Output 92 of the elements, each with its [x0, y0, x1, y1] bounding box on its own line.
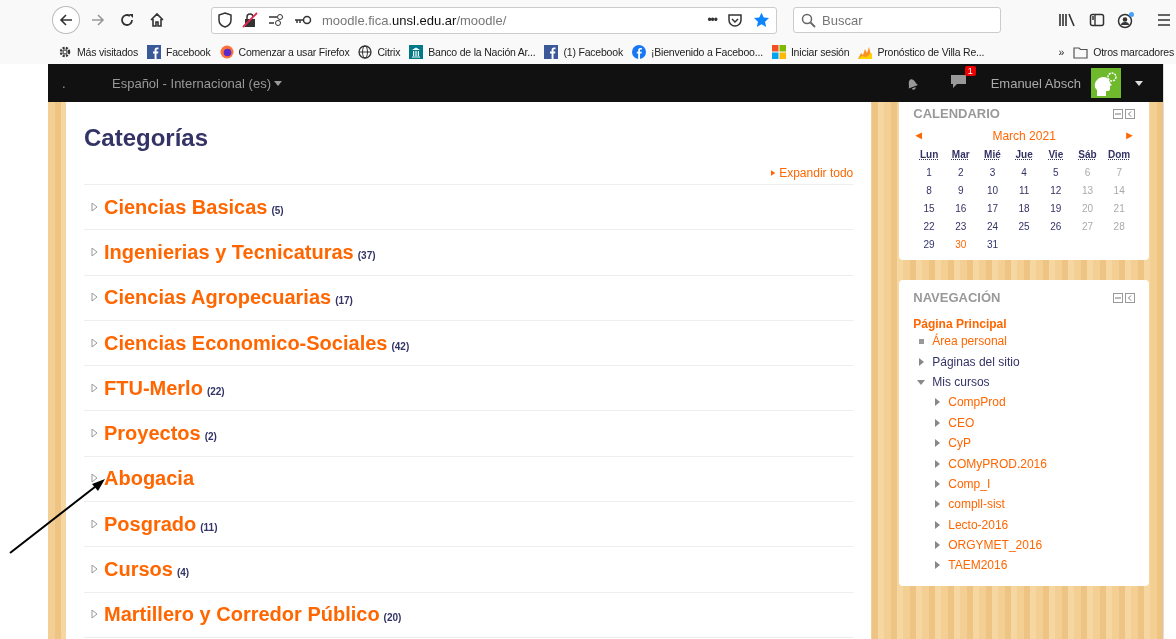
page-actions-button[interactable]: ••• — [707, 13, 718, 27]
bullet-icon — [917, 337, 926, 346]
facebook-icon — [544, 45, 559, 59]
search-field[interactable]: Buscar — [793, 7, 1002, 33]
caret-icon[interactable] — [1135, 80, 1143, 86]
calendar-day[interactable]: 1 — [913, 167, 945, 178]
overflow-button[interactable]: » — [1058, 46, 1065, 58]
bookmark-link[interactable]: Comenzar a usar Firefox — [219, 45, 350, 59]
pocket-icon[interactable] — [727, 12, 744, 28]
weekday-header: Mar — [950, 149, 971, 160]
course-count: (17) — [335, 295, 353, 307]
address-bar[interactable]: moodle.fica.unsl.edu.ar/moodle/ ••• — [210, 6, 778, 34]
star-icon[interactable] — [753, 12, 771, 28]
weekday-header: Jue — [1014, 149, 1034, 160]
course-count: (20) — [383, 612, 402, 624]
calendar-day[interactable]: 11 — [1008, 185, 1040, 196]
bookmark-link[interactable]: Banco de la Nación Ar... — [409, 45, 536, 59]
bookmark-folder[interactable]: Otros marcadores — [1073, 45, 1174, 59]
course-count: (2) — [204, 431, 217, 443]
facebook-icon — [631, 45, 646, 59]
facebook-icon — [147, 45, 161, 59]
course-count: (37) — [357, 249, 376, 261]
flame-icon — [858, 47, 873, 59]
course-count: (5) — [271, 204, 284, 216]
bookmark-link[interactable]: Pronóstico de Villa Re... — [858, 45, 985, 59]
weekday-header: Vie — [1047, 149, 1065, 160]
calendar-day[interactable]: 15 — [913, 203, 945, 214]
weekday-header: Lun — [918, 149, 940, 160]
user-name[interactable]: Emanuel Absch — [990, 75, 1081, 91]
calendar-day[interactable]: 8 — [913, 185, 945, 196]
calendar-day[interactable]: 19 — [1039, 203, 1072, 214]
month-title: March 2021 — [992, 129, 1056, 143]
back-arrow-icon — [57, 12, 74, 28]
bookmark-link[interactable]: ¡Bienvenido a Faceboo... — [631, 45, 763, 59]
calendar-day[interactable]: 17 — [976, 203, 1009, 214]
bookmark-link[interactable]: Más visitados — [58, 45, 138, 59]
calendar-day[interactable]: 29 — [913, 239, 945, 250]
bookmark-link[interactable]: Citrix — [358, 45, 401, 59]
bank-icon — [409, 45, 424, 59]
expand-icon — [770, 169, 776, 177]
minimize-icon[interactable] — [1113, 292, 1123, 303]
key-icon — [293, 15, 312, 25]
calendar-day[interactable]: 23 — [944, 221, 977, 232]
calendar-day[interactable]: 24 — [976, 221, 1009, 232]
shield-icon — [217, 12, 232, 28]
back-button[interactable] — [52, 6, 80, 34]
calendar-day[interactable]: 16 — [944, 203, 977, 214]
site-brand[interactable]: . — [62, 75, 102, 91]
language-menu[interactable]: Español - Internacional (es) — [112, 75, 282, 91]
calendar-day[interactable]: 22 — [913, 221, 945, 232]
windows-logo-icon — [771, 45, 786, 59]
avatar-icon[interactable] — [1091, 68, 1121, 98]
block-title: NAVEGACIÓN — [913, 290, 1002, 305]
bookmark-link[interactable]: Iniciar sesión — [771, 45, 850, 59]
course-count: (22) — [206, 385, 225, 397]
calendar-day[interactable]: 25 — [1008, 221, 1040, 232]
calendar-day[interactable]: 2 — [944, 167, 977, 178]
message-count-badge: 1 — [964, 66, 976, 76]
calendar-day[interactable]: 12 — [1039, 185, 1072, 196]
block-title: CALENDARIO — [913, 106, 1001, 121]
url-text[interactable]: moodle.fica.unsl.edu.ar/moodle/ — [321, 12, 698, 28]
calendar-day[interactable]: 26 — [1039, 221, 1072, 232]
globe-icon — [358, 45, 373, 59]
dock-icon[interactable] — [1125, 108, 1135, 119]
calendar-day[interactable]: 4 — [1008, 167, 1040, 178]
course-count: (11) — [200, 521, 218, 533]
calendar-day[interactable]: 10 — [976, 185, 1009, 196]
permissions-icon — [267, 13, 284, 27]
expand-icon[interactable] — [90, 474, 98, 484]
weekday-header: Dom — [1107, 149, 1132, 160]
course-count: (42) — [391, 340, 410, 352]
gear-icon — [59, 46, 71, 58]
nav-item[interactable]: Páginas del sitio — [932, 354, 1020, 369]
nav-item[interactable]: Mis cursos — [932, 374, 990, 389]
page-title: Categorías — [84, 124, 210, 152]
minimize-icon[interactable] — [1113, 108, 1123, 119]
course-count: (4) — [176, 567, 190, 578]
calendar-day[interactable]: 3 — [976, 167, 1009, 178]
calendar-day[interactable]: 31 — [976, 239, 1009, 250]
bookmark-link[interactable]: (1) Facebook — [544, 45, 623, 59]
calendar-day[interactable]: 18 — [1008, 203, 1040, 214]
weekday-header: Sáb — [1077, 149, 1098, 160]
insecure-lock-icon — [241, 12, 258, 28]
messages-icon[interactable] — [949, 74, 967, 89]
caret-icon — [274, 80, 282, 86]
dock-icon[interactable] — [1125, 292, 1135, 303]
bookmark-link[interactable]: Facebook — [147, 45, 211, 59]
calendar-day[interactable]: 9 — [944, 185, 977, 196]
folder-icon — [1073, 45, 1089, 59]
weekday-header: Mié — [983, 149, 1002, 160]
calendar-day[interactable]: 5 — [1039, 167, 1072, 178]
collapse-icon[interactable] — [917, 377, 926, 386]
